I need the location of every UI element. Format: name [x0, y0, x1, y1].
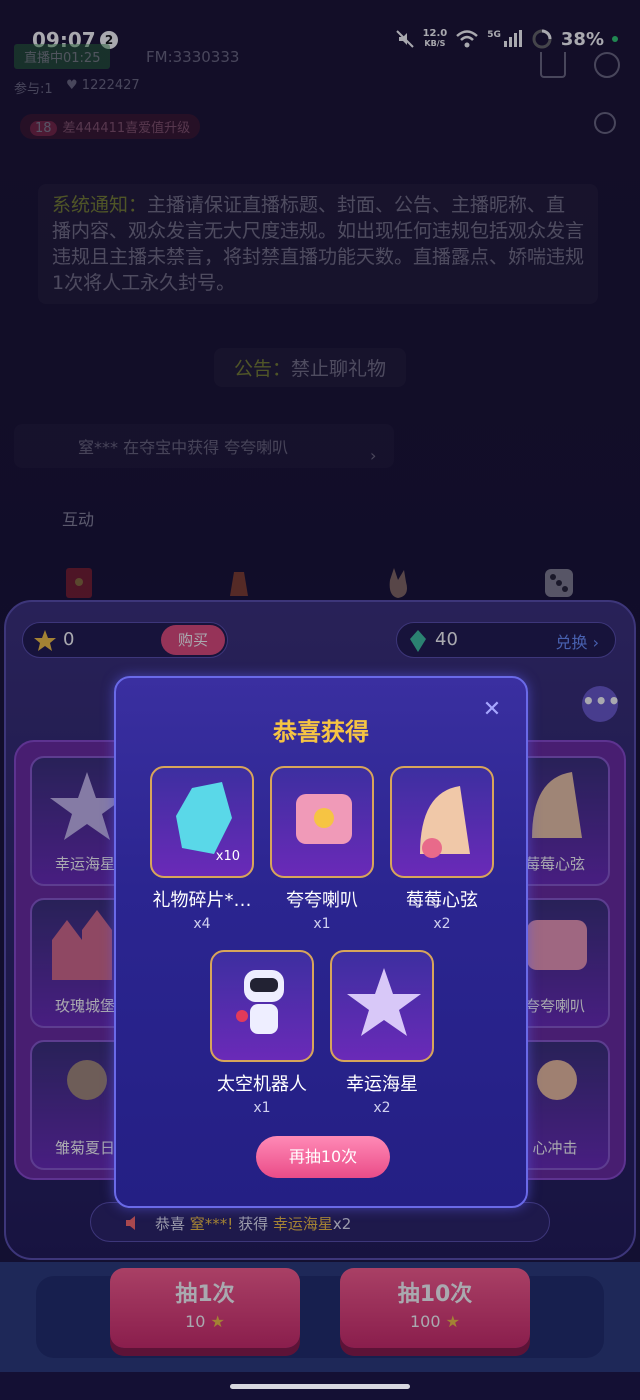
- announcement: 公告：禁止聊礼物: [214, 348, 407, 387]
- star-icon: ★: [445, 1312, 460, 1331]
- draw-ten-cost-value: 100: [410, 1312, 441, 1331]
- prize-item: 太空机器人 x1: [210, 950, 314, 1116]
- draw-one-cost: 10 ★: [110, 1312, 300, 1331]
- draw-ten-label: 抽10次: [397, 1282, 473, 1307]
- ticker-mid: 获得: [233, 1215, 273, 1233]
- announcement-title: 公告：: [234, 358, 292, 380]
- draw-ten-button[interactable]: 抽10次 100 ★: [340, 1268, 530, 1348]
- crystal-icon: [410, 630, 426, 652]
- ticker-user: 窒***!: [189, 1215, 234, 1233]
- prize-qty: x1: [313, 916, 331, 932]
- prize-name: 太空机器人: [217, 1074, 307, 1095]
- tab-interact[interactable]: 互动: [62, 506, 94, 530]
- prize-item: x10 礼物碎片*… x4: [150, 766, 254, 932]
- close-icon[interactable]: ✕: [478, 696, 506, 724]
- share-icon[interactable]: [540, 52, 566, 78]
- prize-item: 幸运海星 x2: [330, 950, 434, 1116]
- heart-icon: ♥: [66, 78, 82, 93]
- win-message-text: 窒*** 在夺宝中获得 夸夸喇叭: [78, 438, 289, 457]
- level-text: 差444411喜爱值升级: [62, 121, 191, 136]
- power-icon[interactable]: [594, 52, 620, 78]
- harp-icon: [420, 786, 470, 858]
- reward-modal: 恭喜获得 ✕ x10 礼物碎片*… x4 夸夸喇叭 x1 莓莓心弦 x2 太空机…: [114, 676, 528, 1208]
- red-envelope-icon[interactable]: [62, 566, 96, 600]
- draw-one-label: 抽1次: [175, 1282, 235, 1307]
- live-status-tag: 直播中01:25: [14, 44, 111, 69]
- chevron-right-icon: ›: [370, 446, 377, 465]
- prize-qty: x2: [433, 916, 451, 932]
- prize-card: [390, 766, 494, 878]
- prize-qty: x4: [193, 916, 211, 932]
- buy-button[interactable]: 购买: [161, 625, 225, 655]
- modal-title: 恭喜获得: [273, 718, 369, 746]
- prize-card: [270, 766, 374, 878]
- win-ticker: 恭喜 窒***! 获得 幸运海星x2: [90, 1202, 550, 1242]
- privacy-dot: [612, 36, 618, 42]
- draw-again-button[interactable]: 再抽10次: [256, 1136, 390, 1178]
- music-icon[interactable]: [594, 112, 616, 134]
- speaker-icon: [296, 794, 352, 844]
- prize-name: 幸运海星: [346, 1074, 418, 1095]
- likes-value: 1222427: [81, 78, 140, 93]
- dice-icon[interactable]: [542, 566, 576, 600]
- starfish-icon: [347, 968, 421, 1036]
- fm-id: FM:3330333: [146, 48, 240, 66]
- star-balance-value: 0: [63, 629, 75, 650]
- prize-card: x10: [150, 766, 254, 878]
- more-options-button[interactable]: •••: [582, 686, 620, 722]
- star-balance: 0 购买: [22, 622, 228, 658]
- draw-one-button[interactable]: 抽1次 10 ★: [110, 1268, 300, 1348]
- ticker-qty: x2: [332, 1215, 352, 1233]
- speaker-icon: [126, 1216, 135, 1230]
- ticker-prefix: 恭喜: [155, 1215, 190, 1233]
- ticker-prize: 幸运海星: [272, 1215, 333, 1233]
- draw-one-cost-value: 10: [185, 1312, 206, 1331]
- level-badge: 18: [30, 121, 57, 136]
- win-message[interactable]: 窒*** 在夺宝中获得 夸夸喇叭: [14, 424, 394, 468]
- prize-name: 莓莓心弦: [406, 890, 478, 911]
- joined-count: 参与:1: [14, 82, 53, 97]
- prize-badge: x10: [215, 849, 240, 864]
- prize-qty: x2: [373, 1100, 391, 1116]
- prize-card: [330, 950, 434, 1062]
- level-progress[interactable]: 18 差444411喜爱值升级: [20, 114, 201, 139]
- prize-item: 夸夸喇叭 x1: [270, 766, 374, 932]
- star-icon: ★: [210, 1312, 225, 1331]
- prize-name: 夸夸喇叭: [286, 890, 358, 911]
- draw-controls: [0, 1262, 640, 1372]
- likes-count: ♥ 1222427: [66, 78, 140, 93]
- prize-name: 礼物碎片*…: [152, 890, 252, 911]
- prize-card: [210, 950, 314, 1062]
- signal-type: 5G: [487, 30, 501, 40]
- draw-ten-cost: 100 ★: [340, 1312, 530, 1331]
- lamp-icon[interactable]: [222, 566, 256, 600]
- net-speed-value: 12.0: [422, 28, 448, 39]
- prize-item: 莓莓心弦 x2: [390, 766, 494, 932]
- notice-title: 系统通知：: [52, 194, 148, 216]
- exchange-label: 兑换: [555, 633, 588, 652]
- star-icon: [34, 630, 56, 651]
- crystal-balance-value: 40: [435, 629, 458, 650]
- exchange-button[interactable]: 兑换 ›: [556, 629, 600, 653]
- prize-qty: x1: [253, 1100, 271, 1116]
- system-notice: 系统通知：主播请保证直播标题、封面、公告、主播昵称、直播内容、观众发言无大尺度违…: [38, 184, 598, 304]
- live-header: 直播中01:25 FM:3330333 参与:1 ♥ 1222427 18 差44…: [14, 44, 626, 144]
- home-indicator[interactable]: [230, 1384, 410, 1389]
- crystal-balance: 40 兑换 ›: [396, 622, 616, 658]
- announcement-body: 禁止聊礼物: [291, 358, 387, 380]
- robot-icon: [236, 970, 284, 1034]
- hand-icon[interactable]: [382, 566, 416, 600]
